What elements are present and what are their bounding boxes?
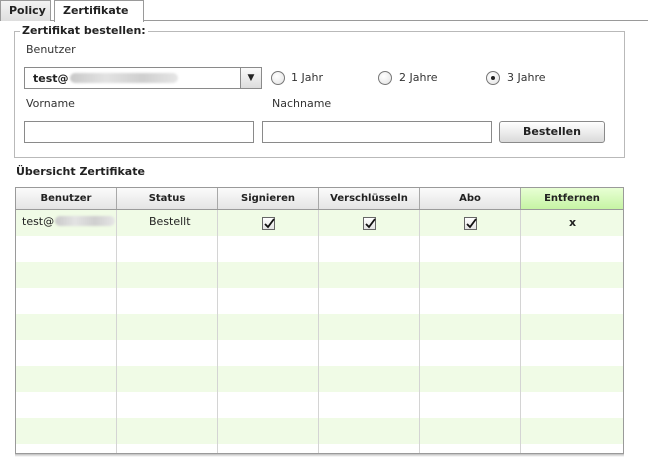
- table-row-empty: [16, 340, 623, 366]
- user-select-value: test@: [33, 72, 178, 85]
- table-row-empty: [16, 314, 623, 340]
- column-divider: [520, 210, 521, 453]
- col-verschluesseln[interactable]: Verschlüsseln: [319, 188, 420, 209]
- radio-3-jahre[interactable]: [486, 71, 500, 85]
- table-row-empty: [16, 262, 623, 288]
- table-header: Benutzer Status Signieren Verschlüsseln …: [16, 188, 623, 210]
- col-entfernen[interactable]: Entfernen: [521, 188, 623, 209]
- column-divider: [419, 210, 420, 453]
- cell-user: test@: [22, 215, 116, 228]
- table-row-empty: [16, 418, 623, 444]
- order-button[interactable]: Bestellen: [499, 121, 605, 143]
- lastname-label: Nachname: [272, 97, 332, 110]
- col-benutzer[interactable]: Benutzer: [16, 188, 117, 209]
- table-row-empty: [16, 366, 623, 392]
- tab-bar: Policy Zertifikate: [0, 0, 648, 22]
- lastname-field[interactable]: [262, 121, 492, 143]
- col-status[interactable]: Status: [117, 188, 218, 209]
- radio-1-jahr-label: 1 Jahr: [291, 71, 323, 84]
- user-label: Benutzer: [26, 43, 76, 56]
- radio-2-jahre-label: 2 Jahre: [399, 71, 438, 84]
- abo-checkbox[interactable]: [464, 217, 477, 230]
- user-select[interactable]: test@ ▼: [24, 67, 262, 89]
- chevron-down-icon[interactable]: ▼: [240, 68, 261, 88]
- remove-icon[interactable]: x: [569, 216, 576, 229]
- firstname-field[interactable]: [24, 121, 254, 143]
- radio-1-jahr[interactable]: [271, 71, 285, 85]
- table-shadow: [15, 454, 624, 457]
- certificates-table: Benutzer Status Signieren Verschlüsseln …: [15, 187, 624, 454]
- radio-3-jahre-label: 3 Jahre: [507, 71, 546, 84]
- checkmark-icon: [466, 218, 477, 229]
- table-row-empty: [16, 392, 623, 418]
- redacted-email: [69, 73, 178, 83]
- col-abo[interactable]: Abo: [420, 188, 521, 209]
- table-row-empty: [16, 288, 623, 314]
- redacted-email: [55, 216, 116, 226]
- checkmark-icon: [365, 218, 376, 229]
- cell-status: Bestellt: [149, 215, 191, 228]
- column-divider: [217, 210, 218, 453]
- sign-checkbox[interactable]: [262, 217, 275, 230]
- col-signieren[interactable]: Signieren: [218, 188, 319, 209]
- order-certificate-legend: Zertifikat bestellen:: [20, 24, 148, 37]
- tab-zertifikate[interactable]: Zertifikate: [54, 0, 144, 22]
- column-divider: [318, 210, 319, 453]
- overview-title: Übersicht Zertifikate: [16, 165, 145, 178]
- checkmark-icon: [264, 218, 275, 229]
- tab-policy[interactable]: Policy: [0, 0, 51, 21]
- firstname-label: Vorname: [26, 97, 75, 110]
- radio-2-jahre[interactable]: [378, 71, 392, 85]
- column-divider: [116, 210, 117, 453]
- table-row-empty: [16, 236, 623, 262]
- encrypt-checkbox[interactable]: [363, 217, 376, 230]
